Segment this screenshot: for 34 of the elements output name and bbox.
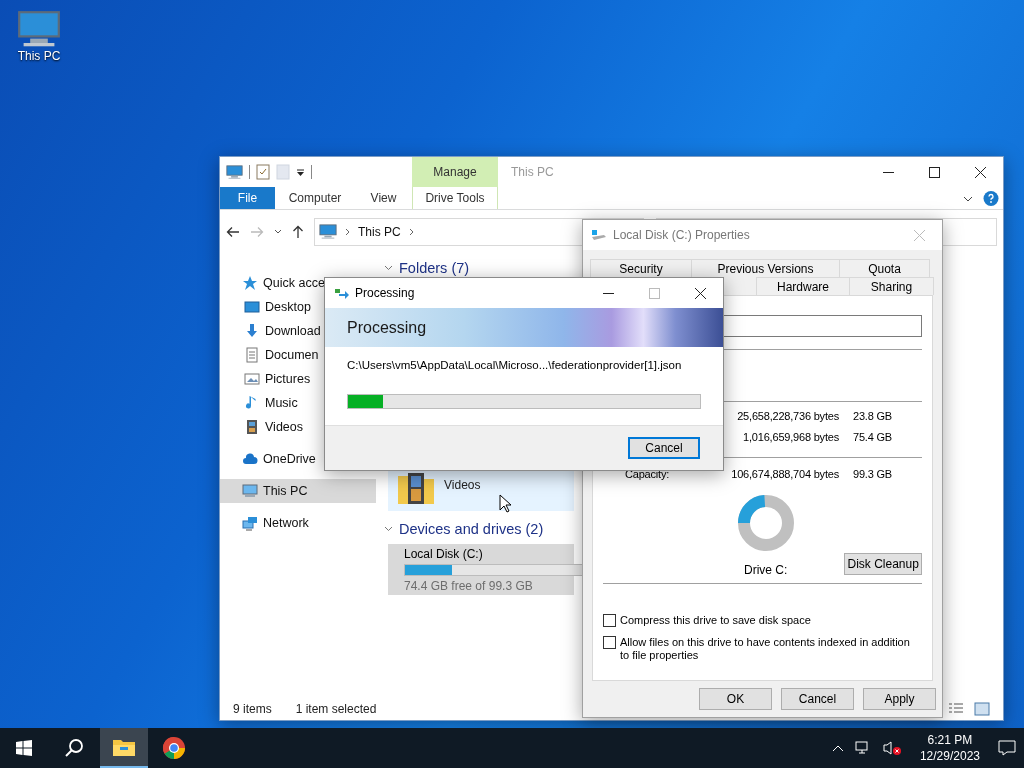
nav-label: Desktop (265, 300, 311, 314)
time-text: 6:21 PM (927, 732, 973, 748)
nav-label: OneDrive (263, 452, 316, 466)
byte-count: 25,658,228,736 bytes (736, 410, 839, 422)
drive-name: Local Disk (C:) (404, 546, 484, 561)
nav-label: Music (265, 396, 298, 410)
size-text: 99.3 GB (853, 468, 892, 480)
nav-label: Videos (265, 420, 303, 434)
status-text: 1 item selected (295, 701, 377, 716)
nav-label: Download (265, 324, 321, 338)
nav-label: Quick acce (263, 276, 325, 290)
nav-label: Network (263, 516, 309, 530)
drive-label: Drive C: (744, 563, 788, 577)
byte-count: 1,016,659,968 bytes (742, 431, 839, 443)
dialog-title: Processing (355, 286, 416, 300)
file-path: C:\Users\vm5\AppData\Local\Microso...\federationprovider[1].json (347, 359, 683, 371)
size-text: 75.4 GB (853, 431, 892, 443)
byte-count: 106,674,888,704 bytes (730, 468, 839, 480)
group-header: Devices and drives (2) (399, 521, 544, 537)
date-text: 12/29/2023 (919, 748, 980, 764)
free-space-text: 74.4 GB free of 99.3 GB (404, 578, 534, 593)
size-text: 23.8 GB (853, 410, 892, 422)
dialog-banner: Processing (325, 308, 723, 347)
capacity-label: Capacity: (624, 468, 671, 480)
nav-label: Pictures (265, 372, 311, 386)
group-header: Folders (7) (399, 260, 470, 276)
status-text: 9 items (233, 701, 272, 716)
ribbon-tab-group-label: Manage (412, 157, 498, 187)
checkbox-label: Allow files on this drive to have contents indexed in addition to file properties (620, 636, 911, 662)
folder-label: Videos (444, 477, 481, 492)
nav-label: This PC (263, 484, 308, 498)
checkbox-label: Compress this drive to save disk space (620, 614, 812, 627)
nav-label: Documen (265, 348, 319, 362)
window-title: This PC (511, 165, 555, 179)
